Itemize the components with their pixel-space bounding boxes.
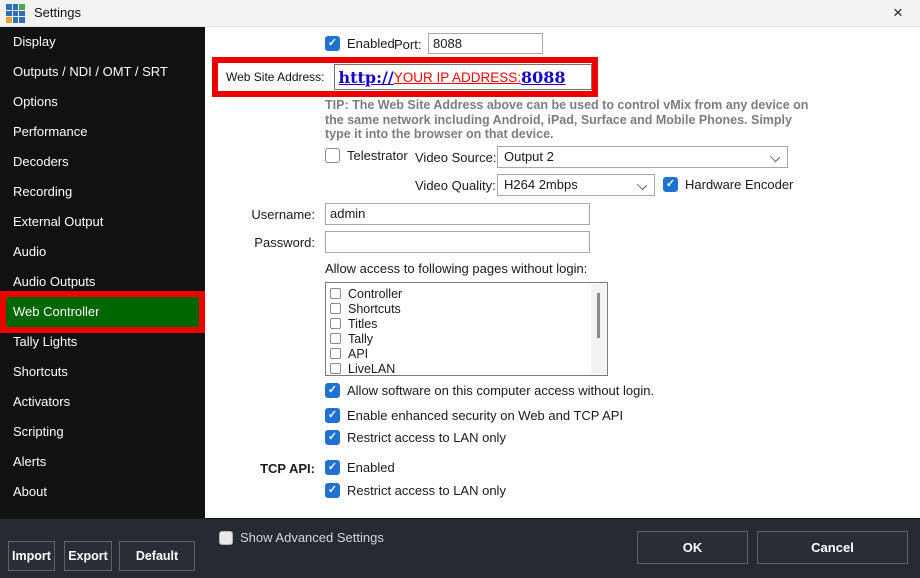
list-item-label: Controller (348, 286, 403, 301)
telestrator-checkbox[interactable] (325, 148, 340, 163)
settings-dialog: Settings × Display Outputs / NDI / OMT /… (0, 0, 920, 578)
password-input[interactable] (325, 231, 590, 253)
controller-checkbox[interactable] (330, 288, 341, 299)
show-advanced-checkbox[interactable] (219, 530, 233, 545)
video-quality-label: Video Quality: (415, 178, 496, 193)
username-input[interactable]: admin (325, 203, 590, 225)
tcp-restrict-label: Restrict access to LAN only (347, 483, 506, 498)
sidebar-item-external-output[interactable]: External Output (0, 207, 205, 237)
list-item[interactable]: LiveLAN (330, 361, 607, 376)
hardware-encoder-label: Hardware Encoder (685, 177, 794, 192)
export-button[interactable]: Export (64, 541, 112, 571)
url-scheme: http:// (338, 67, 394, 87)
settings-sidebar: Display Outputs / NDI / OMT / SRT Option… (0, 27, 205, 518)
sidebar-item-outputs[interactable]: Outputs / NDI / OMT / SRT (0, 57, 205, 87)
enhanced-security-checkbox[interactable]: ✓ (325, 408, 340, 423)
web-enabled-row: ✓ Enabled (325, 36, 395, 51)
restrict-lan-label: Restrict access to LAN only (347, 430, 506, 445)
web-enabled-checkbox[interactable]: ✓ (325, 36, 340, 51)
default-button[interactable]: Default (119, 541, 195, 571)
website-address-field[interactable]: http://YOUR IP ADDRESS: 8088 (333, 64, 592, 90)
website-address-highlight: Web Site Address: http://YOUR IP ADDRESS… (212, 57, 598, 97)
list-item[interactable]: Titles (330, 316, 607, 331)
restrict-lan-checkbox[interactable]: ✓ (325, 430, 340, 445)
sidebar-item-activators[interactable]: Activators (0, 387, 205, 417)
tcp-restrict-row: ✓ Restrict access to LAN only (325, 483, 506, 498)
livelan-checkbox[interactable] (330, 363, 341, 374)
video-quality-select[interactable]: H264 2mbps (497, 174, 655, 196)
list-item[interactable]: Tally (330, 331, 607, 346)
tcp-restrict-checkbox[interactable]: ✓ (325, 483, 340, 498)
chevron-down-icon (769, 151, 781, 163)
footer-bar: Import Export Default Show Advanced Sett… (0, 518, 920, 578)
sidebar-item-decoders[interactable]: Decoders (0, 147, 205, 177)
web-controller-panel: ✓ Enabled Port: 8088 Web Site Address: h… (205, 27, 920, 518)
sidebar-item-display[interactable]: Display (0, 27, 205, 57)
sidebar-item-audio[interactable]: Audio (0, 237, 205, 267)
sidebar-item-performance[interactable]: Performance (0, 117, 205, 147)
allow-pages-label: Allow access to following pages without … (325, 261, 588, 276)
tcp-enabled-row: ✓ Enabled (325, 460, 395, 475)
list-item-label: Shortcuts (348, 301, 401, 316)
scrollbar-thumb[interactable] (597, 293, 600, 338)
sidebar-item-alerts[interactable]: Alerts (0, 447, 205, 477)
shortcuts-checkbox[interactable] (330, 303, 341, 314)
list-item[interactable]: Shortcuts (330, 301, 607, 316)
show-advanced-label: Show Advanced Settings (240, 530, 384, 545)
close-icon[interactable]: × (880, 0, 916, 27)
video-source-value: Output 2 (504, 149, 554, 164)
enhanced-security-label: Enable enhanced security on Web and TCP … (347, 408, 624, 423)
allow-software-label: Allow software on this computer access w… (347, 383, 655, 398)
list-item-label: Titles (348, 316, 378, 331)
telestrator-label: Telestrator (347, 148, 408, 163)
tip-text: TIP: The Web Site Address above can be u… (325, 98, 809, 141)
enhanced-security-row: ✓ Enable enhanced security on Web and TC… (325, 408, 623, 423)
video-quality-value: H264 2mbps (504, 177, 578, 192)
cancel-button[interactable]: Cancel (757, 531, 908, 564)
video-source-label: Video Source: (415, 150, 497, 165)
chevron-down-icon (636, 179, 648, 191)
telestrator-row: Telestrator (325, 148, 408, 163)
list-item[interactable]: API (330, 346, 607, 361)
web-enabled-label: Enabled (347, 36, 395, 51)
window-title: Settings (34, 5, 81, 20)
list-item-label: LiveLAN (348, 361, 396, 376)
website-address-label: Web Site Address: (226, 70, 325, 84)
url-host: YOUR IP ADDRESS: (393, 69, 521, 85)
sidebar-item-about[interactable]: About (0, 477, 205, 507)
import-button[interactable]: Import (8, 541, 55, 571)
show-advanced-row: Show Advanced Settings (219, 530, 384, 545)
tcp-api-label: TCP API: (260, 461, 315, 476)
allow-pages-listbox: Controller Shortcuts Titles Tally API Li… (325, 282, 608, 376)
sidebar-item-shortcuts[interactable]: Shortcuts (0, 357, 205, 387)
restrict-lan-row: ✓ Restrict access to LAN only (325, 430, 506, 445)
hardware-encoder-checkbox[interactable]: ✓ (663, 177, 678, 192)
tcp-enabled-label: Enabled (347, 460, 395, 475)
list-item-label: Tally (348, 331, 374, 346)
sidebar-item-options[interactable]: Options (0, 87, 205, 117)
list-item-label: API (348, 346, 369, 361)
allow-software-row: ✓ Allow software on this computer access… (325, 383, 654, 398)
sidebar-item-web-controller[interactable]: Web Controller (0, 291, 205, 333)
vmix-logo-icon (6, 4, 25, 23)
title-bar: Settings × (0, 0, 920, 27)
list-item[interactable]: Controller (330, 286, 607, 301)
titles-checkbox[interactable] (330, 318, 341, 329)
video-source-select[interactable]: Output 2 (497, 146, 788, 168)
ok-button[interactable]: OK (637, 531, 748, 564)
password-label: Password: (254, 235, 315, 250)
port-label: Port: (394, 37, 422, 52)
port-input[interactable]: 8088 (428, 33, 543, 54)
username-label: Username: (251, 207, 315, 222)
tcp-enabled-checkbox[interactable]: ✓ (325, 460, 340, 475)
sidebar-item-recording[interactable]: Recording (0, 177, 205, 207)
tally-checkbox[interactable] (330, 333, 341, 344)
hardware-encoder-row: ✓ Hardware Encoder (663, 177, 793, 192)
api-checkbox[interactable] (330, 348, 341, 359)
listbox-scrollbar[interactable] (591, 284, 606, 374)
url-port: 8088 (521, 67, 566, 87)
sidebar-item-scripting[interactable]: Scripting (0, 417, 205, 447)
allow-software-checkbox[interactable]: ✓ (325, 383, 340, 398)
